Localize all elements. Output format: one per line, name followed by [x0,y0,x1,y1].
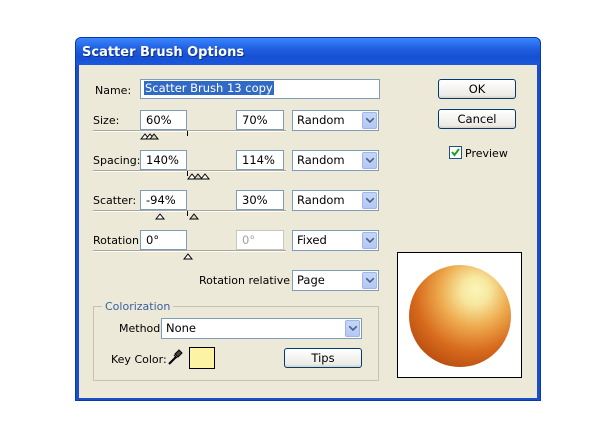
size-mode-select[interactable]: Random [292,110,379,131]
key-color-swatch[interactable] [189,347,215,369]
scatter-min-field[interactable]: -94% [140,190,187,210]
rotation-min-field[interactable]: 0° [140,230,187,250]
size-mode-value: Random [297,113,345,127]
chevron-down-icon[interactable] [362,152,377,169]
size-max-field[interactable]: 70% [236,110,284,130]
spacing-slider-handles[interactable] [186,173,212,180]
spacing-slider-track[interactable] [93,170,286,172]
chevron-down-icon[interactable] [362,232,377,249]
name-field[interactable]: Scatter Brush 13 copy [140,79,380,99]
spacing-min-field[interactable]: 140% [140,150,187,170]
method-value: None [166,321,197,335]
cancel-button[interactable]: Cancel [438,109,516,129]
rotation-mode-select[interactable]: Fixed [292,230,379,251]
ok-button[interactable]: OK [438,79,516,99]
rotation-max-field: 0° [236,230,284,250]
size-slider-handles[interactable] [140,133,164,140]
chevron-down-icon[interactable] [345,320,360,337]
spacing-label: Spacing: [93,154,141,167]
tips-button[interactable]: Tips [284,348,362,368]
rotation-label: Rotation: [93,234,143,247]
size-min-field[interactable]: 60% [140,110,187,130]
chevron-down-icon[interactable] [362,112,377,129]
preview-label: Preview [465,147,508,160]
size-label: Size: [93,114,120,127]
rotation-slider-handle[interactable] [182,253,196,260]
size-slider-track[interactable] [93,130,286,132]
size-slider-tick [187,131,188,136]
rotation-relative-value: Page [297,273,325,287]
rotation-slider-track[interactable] [93,250,286,252]
method-label: Method: [119,322,164,335]
spacing-mode-select[interactable]: Random [292,150,379,171]
preview-checkbox[interactable] [449,146,462,159]
name-label: Name: [95,84,132,97]
chevron-down-icon[interactable] [362,192,377,209]
chevron-down-icon[interactable] [362,272,377,289]
scatter-max-field[interactable]: 30% [236,190,284,210]
scatter-label: Scatter: [93,194,137,207]
scatter-mode-select[interactable]: Random [292,190,379,211]
scatter-mode-value: Random [297,193,345,207]
spacing-max-field[interactable]: 114% [236,150,284,170]
scatter-slider-track[interactable] [93,210,286,212]
name-value: Scatter Brush 13 copy [144,81,274,95]
dialog-title: Scatter Brush Options [76,38,540,65]
rotation-mode-value: Fixed [297,233,327,247]
checkmark-icon [451,148,460,157]
rotation-relative-select[interactable]: Page [292,270,379,291]
brush-preview-sphere [409,265,511,367]
brush-preview-panel [397,252,522,378]
colorization-title: Colorization [102,300,174,313]
method-select[interactable]: None [161,318,362,339]
eyedropper-icon[interactable] [167,348,183,366]
key-color-label: Key Color: [111,353,167,366]
spacing-mode-value: Random [297,153,345,167]
scatter-slider-handles[interactable] [154,213,204,220]
